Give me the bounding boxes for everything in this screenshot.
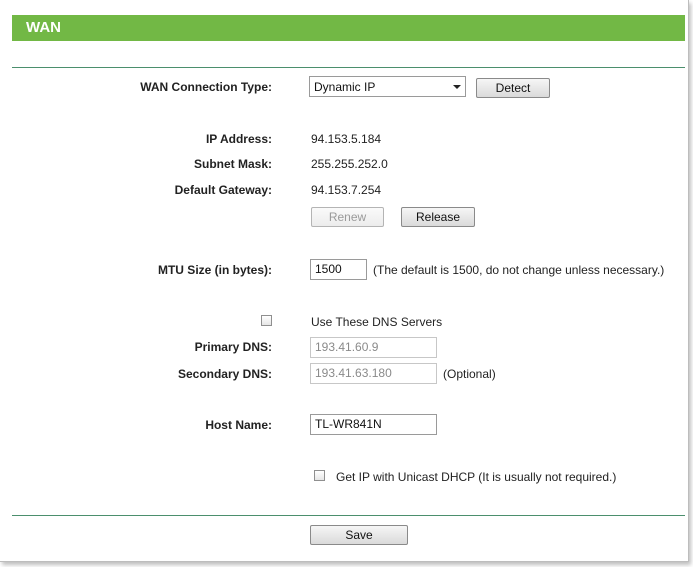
top-divider <box>12 67 685 68</box>
wan-connection-type-label: WAN Connection Type: <box>140 80 272 94</box>
renew-button[interactable]: Renew <box>311 207 384 227</box>
mtu-size-hint: (The default is 1500, do not change unle… <box>373 263 665 277</box>
subnet-mask-label: Subnet Mask: <box>193 157 272 171</box>
host-name-input[interactable]: TL-WR841N <box>310 414 437 435</box>
wan-connection-type-value: Dynamic IP <box>314 80 376 94</box>
default-gateway-label: Default Gateway: <box>174 183 272 197</box>
chevron-down-icon <box>453 85 461 89</box>
ip-address-label: IP Address: <box>205 132 272 146</box>
ip-address-value: 94.153.5.184 <box>311 132 382 146</box>
header-bar: WAN <box>12 15 685 41</box>
bottom-divider <box>12 515 685 516</box>
wan-settings-panel: WAN WAN Connection Type: Dynamic IP Dete… <box>0 0 689 562</box>
detect-button[interactable]: Detect <box>476 78 550 98</box>
default-gateway-value: 94.153.7.254 <box>311 183 382 197</box>
primary-dns-label: Primary DNS: <box>194 340 272 354</box>
mtu-size-label: MTU Size (in bytes): <box>157 263 272 277</box>
mtu-size-input[interactable]: 1500 <box>310 259 367 280</box>
use-dns-servers-label: Use These DNS Servers <box>311 315 443 329</box>
unicast-dhcp-label: Get IP with Unicast DHCP (It is usually … <box>336 470 617 484</box>
use-dns-servers-checkbox[interactable] <box>261 315 272 326</box>
primary-dns-input[interactable]: 193.41.60.9 <box>310 337 437 358</box>
secondary-dns-hint: (Optional) <box>443 367 496 381</box>
subnet-mask-value: 255.255.252.0 <box>311 157 388 171</box>
secondary-dns-input[interactable]: 193.41.63.180 <box>310 363 437 384</box>
unicast-dhcp-checkbox[interactable] <box>314 470 325 481</box>
page-title: WAN <box>26 19 61 36</box>
host-name-label: Host Name: <box>205 418 272 432</box>
save-button[interactable]: Save <box>310 525 408 545</box>
wan-connection-type-select[interactable]: Dynamic IP <box>309 76 466 97</box>
release-button[interactable]: Release <box>401 207 475 227</box>
secondary-dns-label: Secondary DNS: <box>177 367 272 381</box>
